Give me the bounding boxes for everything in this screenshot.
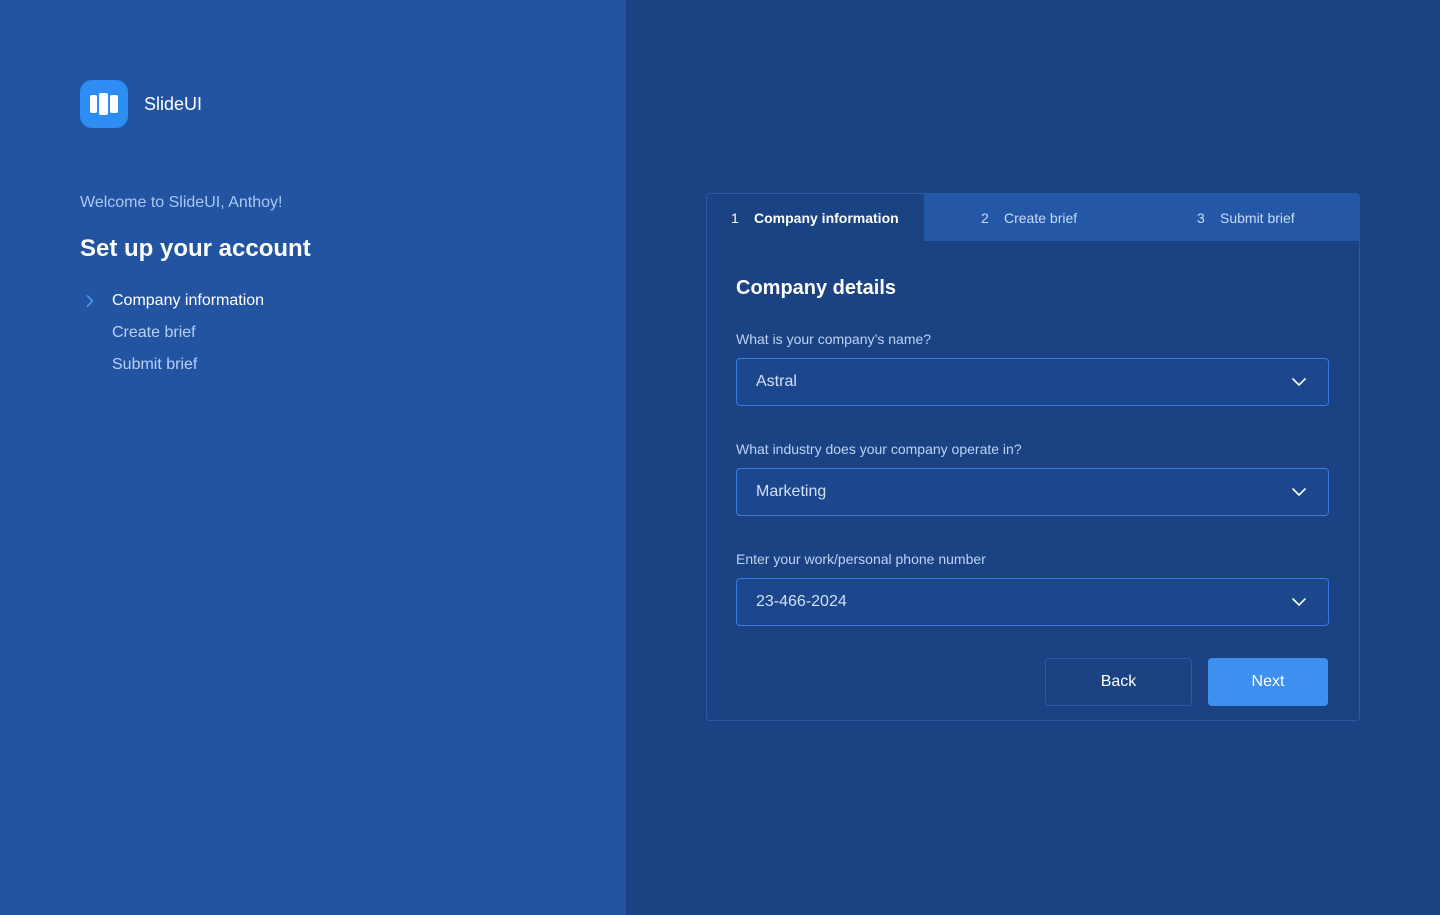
welcome-text: Welcome to SlideUI, Anthoy! bbox=[80, 194, 283, 211]
select-value: Marketing bbox=[756, 483, 827, 500]
setup-card: 1 Company information 2 Create brief 3 S… bbox=[706, 193, 1360, 721]
brand-name: SlideUI bbox=[144, 93, 203, 114]
form-title: Company details bbox=[736, 277, 897, 299]
right-panel: 1 Company information 2 Create brief 3 S… bbox=[626, 0, 1440, 915]
industry-select[interactable]: Marketing bbox=[736, 468, 1329, 516]
tab-label: Create brief bbox=[1004, 209, 1078, 226]
chevron-down-icon bbox=[1292, 373, 1306, 391]
tab-number: 3 bbox=[1197, 209, 1205, 226]
select-value: Astral bbox=[756, 373, 797, 390]
sidebar-step-company-information[interactable]: Company information bbox=[80, 285, 264, 317]
card-body: Company details What is your company’s n… bbox=[707, 241, 1359, 706]
slideui-logo-icon bbox=[80, 80, 128, 128]
company-name-label: What is your company’s name? bbox=[736, 331, 932, 347]
tab-label: Company information bbox=[754, 209, 899, 226]
company-name-select[interactable]: Astral bbox=[736, 358, 1329, 406]
tab-company-information[interactable]: 1 Company information bbox=[707, 194, 924, 241]
chevron-down-icon bbox=[1292, 593, 1306, 611]
sidebar-step-label: Create brief bbox=[112, 324, 196, 341]
setup-steps-nav: Company information Create brief Submit … bbox=[80, 285, 264, 381]
tab-label: Submit brief bbox=[1220, 209, 1295, 226]
tab-submit-brief[interactable]: 3 Submit brief bbox=[1141, 194, 1358, 241]
step-tabs: 1 Company information 2 Create brief 3 S… bbox=[707, 194, 1359, 241]
sidebar-step-submit-brief[interactable]: Submit brief bbox=[80, 349, 264, 381]
sidebar-step-label: Submit brief bbox=[112, 356, 198, 373]
chevron-right-icon bbox=[80, 295, 112, 307]
sidebar-step-create-brief[interactable]: Create brief bbox=[80, 317, 264, 349]
phone-label: Enter your work/personal phone number bbox=[736, 551, 986, 567]
sidebar-step-label: Company information bbox=[112, 292, 265, 309]
tab-create-brief[interactable]: 2 Create brief bbox=[924, 194, 1141, 241]
chevron-down-icon bbox=[1292, 483, 1306, 501]
left-panel: SlideUI Welcome to SlideUI, Anthoy! Set … bbox=[0, 0, 626, 915]
page-title: Set up your account bbox=[80, 235, 311, 262]
phone-select[interactable]: 23-466-2024 bbox=[736, 578, 1329, 626]
tab-number: 2 bbox=[981, 209, 989, 226]
next-button[interactable]: Next bbox=[1208, 658, 1328, 706]
brand-logo[interactable]: SlideUI bbox=[80, 80, 202, 128]
form-actions: Back Next bbox=[736, 658, 1329, 706]
tab-number: 1 bbox=[731, 209, 739, 226]
back-button[interactable]: Back bbox=[1045, 658, 1192, 706]
select-value: 23-466-2024 bbox=[756, 593, 847, 610]
industry-label: What industry does your company operate … bbox=[736, 441, 1022, 457]
